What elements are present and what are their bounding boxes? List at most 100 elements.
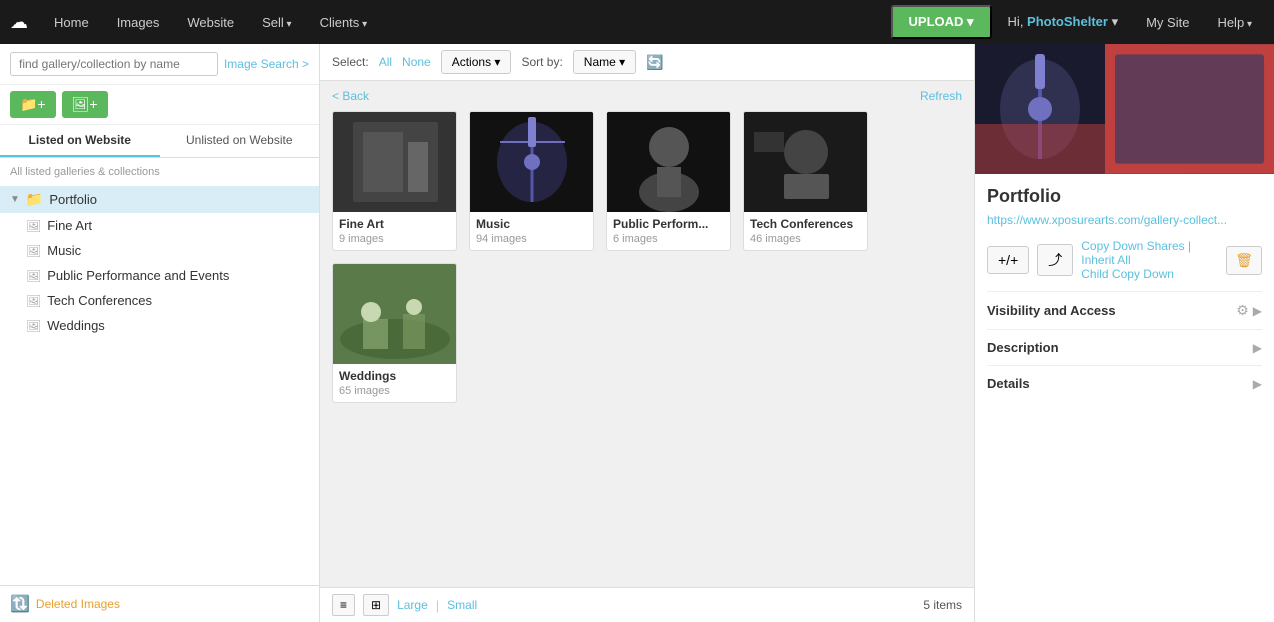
gallery-name-music: Music xyxy=(476,217,587,231)
nav-help[interactable]: Help xyxy=(1205,9,1264,36)
nav-clients[interactable]: Clients xyxy=(308,9,380,36)
gallery-footer: ≡ ⊞ Large | Small 5 items xyxy=(320,587,974,622)
tree-item-public-perf[interactable]: 🖼 Public Performance and Events xyxy=(0,263,319,288)
tree-item-fine-art[interactable]: 🖼 Fine Art xyxy=(0,213,319,238)
list-view-button[interactable]: ≡ xyxy=(332,594,355,616)
toolbar: Select: All None Actions Sort by: Name 🔄 xyxy=(320,44,974,81)
tree-item-music[interactable]: 🖼 Music xyxy=(0,238,319,263)
tree-label-portfolio: Portfolio xyxy=(49,192,97,207)
refresh-icon[interactable]: 🔄 xyxy=(646,54,663,71)
gallery-name-fine-art: Fine Art xyxy=(339,217,450,231)
visibility-arrow-icon[interactable]: ▶ xyxy=(1253,304,1262,318)
expand-icon: ▼ xyxy=(10,194,20,205)
nav-home[interactable]: Home xyxy=(42,9,101,36)
description-section[interactable]: Description ▶ xyxy=(987,329,1262,365)
tree-item-weddings[interactable]: 🖼 Weddings xyxy=(0,313,319,338)
nav-sell[interactable]: Sell xyxy=(250,9,304,36)
gallery-item-weddings[interactable]: Weddings 65 images xyxy=(332,263,457,403)
logo-icon: ☁ xyxy=(10,12,28,33)
deleted-images-label[interactable]: Deleted Images xyxy=(36,597,120,611)
gallery-name-weddings: Weddings xyxy=(339,369,450,383)
gallery-count-fine-art: 9 images xyxy=(339,233,450,245)
share-action-button[interactable]: ⤴ xyxy=(1037,244,1073,276)
visibility-section[interactable]: Visibility and Access ⚙ ▶ xyxy=(987,291,1262,329)
tab-unlisted[interactable]: Unlisted on Website xyxy=(160,125,320,157)
copy-down-link[interactable]: Copy Down Shares | Inherit All Child Cop… xyxy=(1081,239,1218,281)
tree-label-tech: Tech Conferences xyxy=(47,293,152,308)
nav-website[interactable]: Website xyxy=(175,9,246,36)
upload-button[interactable]: UPLOAD xyxy=(891,5,992,39)
refresh-link[interactable]: Refresh xyxy=(920,89,962,103)
image-icon-weddings: 🖼 xyxy=(26,319,41,333)
visibility-title: Visibility and Access xyxy=(987,303,1236,318)
add-action-button[interactable]: +/+ xyxy=(987,246,1029,274)
nav-my-site[interactable]: My Site xyxy=(1134,9,1201,36)
actions-button[interactable]: Actions xyxy=(441,50,512,74)
panel-url-link[interactable]: https://www.xposurearts.com/gallery-coll… xyxy=(987,213,1262,227)
select-label: Select: xyxy=(332,55,369,69)
nav-images[interactable]: Images xyxy=(105,9,172,36)
right-panel: Portfolio https://www.xposurearts.com/ga… xyxy=(974,44,1274,622)
sidebar-actions: 📁+ 🖼+ xyxy=(0,85,319,125)
back-link[interactable]: < Back xyxy=(332,89,369,103)
sidebar-footer[interactable]: 🔃 Deleted Images xyxy=(0,585,319,622)
trash-button[interactable]: 🗑 xyxy=(1226,246,1262,275)
details-title: Details xyxy=(987,376,1253,391)
select-all-link[interactable]: All xyxy=(379,55,392,69)
gallery-item-fine-art[interactable]: Fine Art 9 images xyxy=(332,111,457,251)
top-navigation: ☁ Home Images Website Sell Clients UPLOA… xyxy=(0,0,1274,44)
items-count: 5 items xyxy=(923,598,962,612)
panel-title: Portfolio xyxy=(987,186,1262,207)
gallery-thumb-fine-art xyxy=(333,112,457,212)
tree-label-public: Public Performance and Events xyxy=(47,268,229,283)
sidebar-tabs: Listed on Website Unlisted on Website xyxy=(0,125,319,158)
tree-item-portfolio[interactable]: ▼ 📁 Portfolio xyxy=(0,186,319,213)
gallery-info-fine-art: Fine Art 9 images xyxy=(333,212,456,250)
grid-view-button[interactable]: ⊞ xyxy=(363,594,389,616)
image-icon: 🖼 xyxy=(26,219,41,233)
description-arrow-icon[interactable]: ▶ xyxy=(1253,341,1262,355)
sort-label: Sort by: xyxy=(521,55,562,69)
select-none-link[interactable]: None xyxy=(402,55,431,69)
small-view-link[interactable]: Small xyxy=(447,598,477,612)
new-image-button[interactable]: 🖼+ xyxy=(62,91,108,118)
sort-button[interactable]: Name xyxy=(573,50,636,74)
gear-icon[interactable]: ⚙ xyxy=(1236,302,1249,319)
panel-images xyxy=(975,44,1274,174)
image-icon-tech: 🖼 xyxy=(26,294,41,308)
tree-item-tech-conf[interactable]: 🖼 Tech Conferences xyxy=(0,288,319,313)
image-icon-music: 🖼 xyxy=(26,244,41,258)
tree-label-fine-art: Fine Art xyxy=(47,218,92,233)
gallery-info-music: Music 94 images xyxy=(470,212,593,250)
gallery-name-tech: Tech Conferences xyxy=(750,217,861,231)
sidebar: Image Search > 📁+ 🖼+ Listed on Website U… xyxy=(0,44,320,622)
gallery-info-weddings: Weddings 65 images xyxy=(333,364,456,402)
gallery-grid: Fine Art 9 images Music xyxy=(320,111,974,587)
main-content: Select: All None Actions Sort by: Name 🔄… xyxy=(320,44,974,622)
sidebar-tree: ▼ 📁 Portfolio 🖼 Fine Art 🖼 Music 🖼 Publi… xyxy=(0,186,319,585)
gallery-item-music[interactable]: Music 94 images xyxy=(469,111,594,251)
username[interactable]: PhotoShelter xyxy=(1027,14,1108,29)
panel-actions: +/+ ⤴ Copy Down Shares | Inherit All Chi… xyxy=(987,239,1262,281)
sidebar-all-label: All listed galleries & collections xyxy=(0,158,319,186)
gallery-info-tech: Tech Conferences 46 images xyxy=(744,212,867,250)
details-arrow-icon[interactable]: ▶ xyxy=(1253,377,1262,391)
gallery-name-public: Public Perform... xyxy=(613,217,724,231)
gallery-thumb-weddings xyxy=(333,264,457,364)
new-folder-button[interactable]: 📁+ xyxy=(10,91,56,118)
gallery-item-public-perf[interactable]: Public Perform... 6 images xyxy=(606,111,731,251)
sidebar-search-area: Image Search > xyxy=(0,44,319,85)
search-input[interactable] xyxy=(10,52,218,76)
gallery-count-music: 94 images xyxy=(476,233,587,245)
gallery-count-public: 6 images xyxy=(613,233,724,245)
main-layout: Image Search > 📁+ 🖼+ Listed on Website U… xyxy=(0,44,1274,622)
tab-listed[interactable]: Listed on Website xyxy=(0,125,160,157)
gallery-thumb-public xyxy=(607,112,731,212)
details-section[interactable]: Details ▶ xyxy=(987,365,1262,401)
gallery-thumb-music xyxy=(470,112,594,212)
image-search-link[interactable]: Image Search > xyxy=(224,57,309,71)
gallery-item-tech-conf[interactable]: Tech Conferences 46 images xyxy=(743,111,868,251)
large-view-link[interactable]: Large xyxy=(397,598,428,612)
description-title: Description xyxy=(987,340,1253,355)
deleted-icon: 🔃 xyxy=(10,594,30,614)
